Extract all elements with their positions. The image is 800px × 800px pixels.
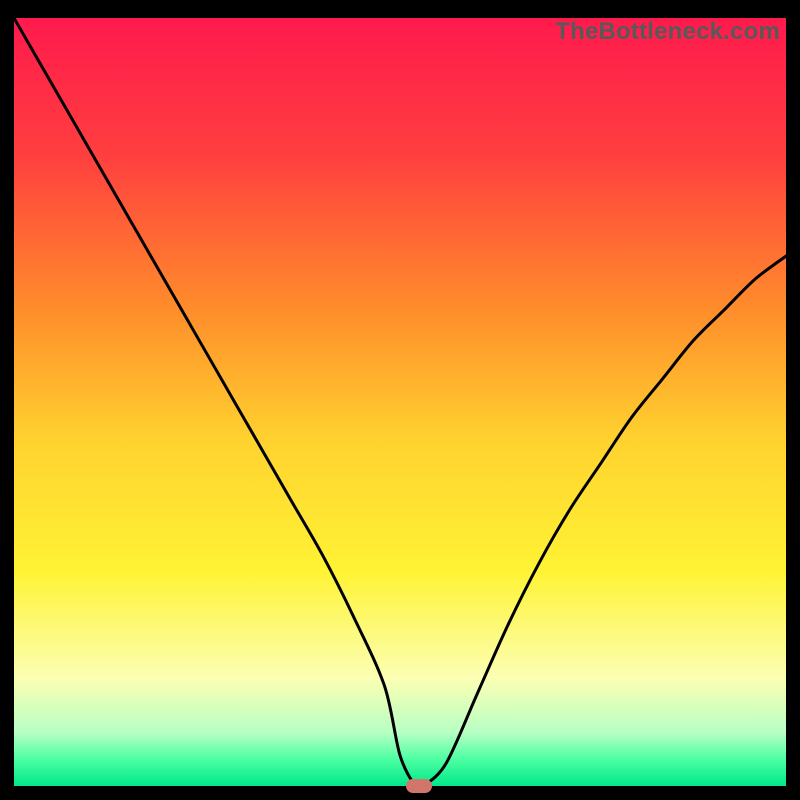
watermark-label: TheBottleneck.com (555, 18, 780, 46)
chart-plot (14, 18, 786, 786)
minimum-marker (406, 779, 432, 793)
chart-background (14, 18, 786, 786)
chart-frame: TheBottleneck.com (14, 18, 786, 786)
